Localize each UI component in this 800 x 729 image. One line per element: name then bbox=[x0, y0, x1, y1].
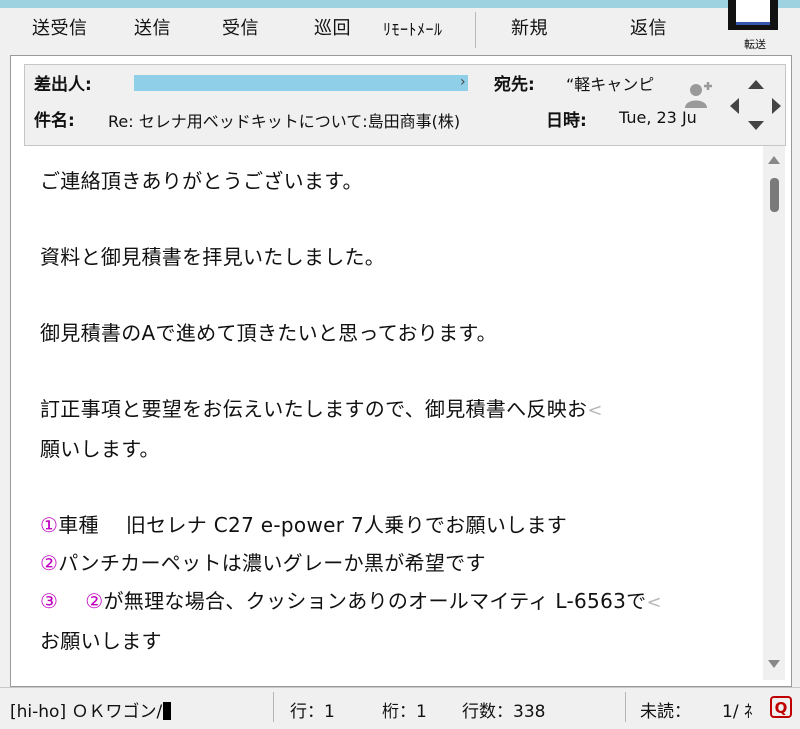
toolbar: 送受信 送信 受信 巡回 ﾘﾓｰﾄﾒｰﾙ 新規 返信 転送 bbox=[0, 0, 800, 52]
subject-label: 件名: bbox=[34, 111, 75, 131]
status-page: 1/ ﾈ bbox=[722, 697, 752, 722]
body-line-numbered: ②パンチカーペットは濃いグレーか黒が希望です bbox=[40, 551, 486, 575]
send-button[interactable]: 送信 bbox=[134, 14, 171, 40]
remote-mail-button[interactable]: ﾘﾓｰﾄﾒｰﾙ bbox=[383, 16, 443, 40]
body-line-numbered: ③ ②が無理な場合、クッションありのオールマイティ L-6563で bbox=[40, 589, 647, 613]
status-account: [hi-ho] ＯＫワゴン/ bbox=[10, 697, 172, 722]
q-icon[interactable]: Q bbox=[770, 696, 792, 718]
wrap-mark: < bbox=[646, 592, 662, 613]
prev-message-icon[interactable] bbox=[748, 80, 764, 89]
date-label: 日時: bbox=[546, 111, 587, 131]
status-separator bbox=[625, 692, 626, 722]
to-value: “軽キャンピ bbox=[566, 75, 655, 94]
prev-thread-icon[interactable] bbox=[730, 98, 739, 114]
status-col: 桁：1 bbox=[382, 702, 427, 722]
send-receive-button[interactable]: 送受信 bbox=[32, 14, 88, 40]
wrap-mark: < bbox=[587, 400, 603, 421]
next-message-icon[interactable] bbox=[748, 121, 764, 130]
title-strip bbox=[0, 0, 800, 8]
forward-button-label: 転送 bbox=[744, 38, 766, 51]
body-scrollbar[interactable] bbox=[763, 146, 785, 680]
to-label: 宛先: bbox=[494, 75, 535, 95]
reply-button[interactable]: 返信 bbox=[630, 14, 667, 40]
body-line: お願いします bbox=[40, 629, 162, 653]
status-page-tail: ﾈ bbox=[743, 702, 753, 722]
date-value: Tue, 23 Ju bbox=[619, 108, 697, 127]
subject-value: Re: セレナ用ベッドキットについて:島田商事(株) bbox=[108, 112, 461, 131]
body-line: 願いします。 bbox=[40, 437, 160, 461]
receive-button[interactable]: 受信 bbox=[222, 14, 259, 40]
status-unread-label: 未読： bbox=[640, 702, 691, 722]
forward-icon[interactable] bbox=[728, 0, 778, 30]
toolbar-separator bbox=[475, 12, 476, 48]
status-cursor bbox=[163, 702, 172, 720]
new-button[interactable]: 新規 bbox=[511, 14, 548, 40]
status-row: 行：1 bbox=[290, 702, 335, 722]
from-value-redacted bbox=[134, 75, 468, 91]
body-line: 訂正事項と要望をお伝えいたしますので、御見積書へ反映お bbox=[40, 397, 588, 421]
next-thread-icon[interactable] bbox=[772, 98, 781, 114]
patrol-button[interactable]: 巡回 bbox=[314, 14, 351, 40]
body-line: 資料と御見積書を拝見いたしました。 bbox=[40, 245, 386, 269]
status-page-text: 1/ bbox=[722, 702, 744, 722]
body-line: 御見積書のAで進めて頂きたいと思っております。 bbox=[40, 321, 497, 345]
scroll-thumb[interactable] bbox=[770, 178, 779, 212]
from-overflow-arrow: › bbox=[460, 74, 466, 90]
status-line-count: 行数：338 bbox=[462, 702, 546, 722]
status-account-text: [hi-ho] ＯＫワゴン/ bbox=[10, 702, 163, 722]
body-line: ご連絡頂きありがとうございます。 bbox=[40, 169, 363, 193]
scroll-down-icon[interactable] bbox=[768, 660, 780, 668]
body-line-numbered: ①車種 旧セレナ C27 e-power 7人乗りでお願いします bbox=[40, 513, 568, 537]
scroll-up-icon[interactable] bbox=[768, 156, 780, 164]
message-body[interactable]: ご連絡頂きありがとうございます。 資料と御見積書を拝見いたしました。 御見積書の… bbox=[25, 146, 763, 680]
from-label: 差出人: bbox=[34, 75, 92, 95]
message-body-text: ご連絡頂きありがとうございます。 資料と御見積書を拝見いたしました。 御見積書の… bbox=[40, 162, 662, 660]
add-contact-icon[interactable] bbox=[684, 80, 714, 110]
status-bar: [hi-ho] ＯＫワゴン/ 行：1 桁：1 行数：338 未読： 1/ ﾈ Q bbox=[0, 687, 800, 729]
status-separator bbox=[273, 692, 274, 722]
header-nav-arrows bbox=[728, 78, 784, 134]
